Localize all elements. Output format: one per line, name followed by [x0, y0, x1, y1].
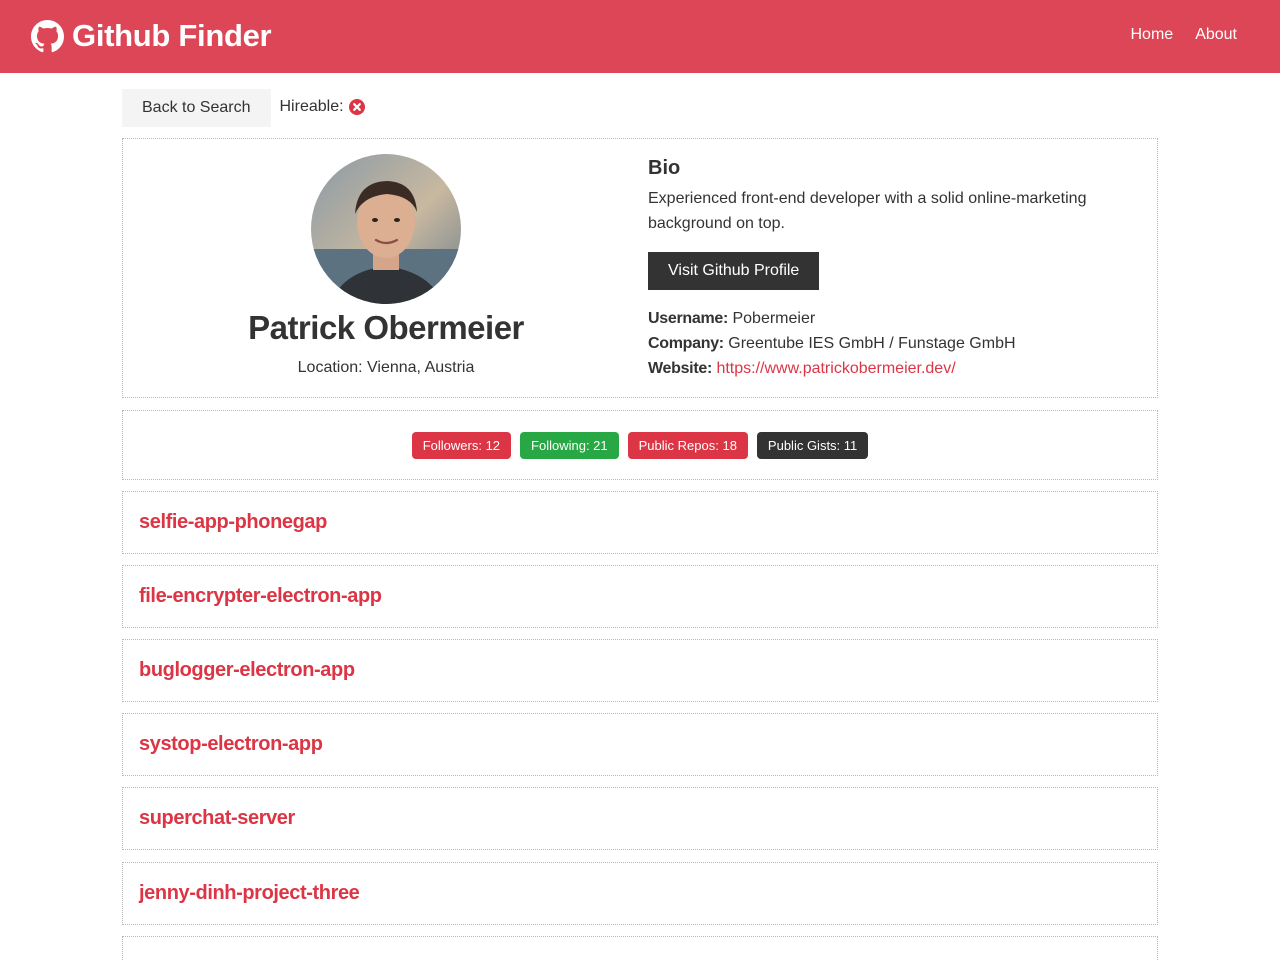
repo-link[interactable]: superchat-server — [139, 807, 295, 830]
followers-badge: Followers: 12 — [411, 431, 512, 459]
bio-text: Experienced front-end developer with a s… — [648, 190, 1087, 232]
app-title: Github Finder — [72, 18, 272, 53]
avatar — [311, 154, 461, 304]
repo-item: superchat-server — [122, 787, 1158, 850]
nav-links: Home About — [1131, 26, 1238, 44]
username-label: Username: — [648, 310, 729, 327]
following-badge: Following: 21 — [520, 431, 619, 459]
repo-link[interactable]: file-encrypter-electron-app — [139, 585, 382, 608]
repo-item: selfie-app-phonegap — [122, 491, 1158, 554]
company-row: Company: Greentube IES GmbH / Funstage G… — [648, 331, 1128, 356]
website-link[interactable]: https://www.patrickobermeier.dev/ — [716, 360, 955, 377]
repo-link[interactable]: selfie-app-phonegap — [139, 511, 327, 534]
repo-link[interactable]: systop-electron-app — [139, 733, 323, 756]
public-repos-badge: Public Repos: 18 — [627, 431, 748, 459]
stats-card: Followers: 12 Following: 21 Public Repos… — [122, 410, 1158, 480]
username-value: Pobermeier — [732, 310, 816, 327]
profile-card: Patrick Obermeier Location: Vienna, Aust… — [122, 138, 1158, 398]
back-to-search-button[interactable]: Back to Search — [122, 89, 271, 127]
times-circle-icon — [348, 99, 365, 115]
brand[interactable]: Github Finder — [31, 16, 272, 56]
navbar: Github Finder Home About — [0, 0, 1280, 73]
nav-home-link[interactable]: Home — [1131, 26, 1174, 44]
repo-item: systop-electron-app — [122, 713, 1158, 776]
profile-right-column: Bio Experienced front-end developer with… — [648, 157, 1128, 381]
visit-github-profile-button[interactable]: Visit Github Profile — [648, 252, 820, 290]
bio-heading: Bio — [648, 157, 681, 179]
repo-item: jenny-dinh-project-three — [122, 862, 1158, 925]
company-value: Greentube IES GmbH / Funstage GmbH — [728, 335, 1016, 352]
repo-link[interactable]: buglogger-electron-app — [139, 659, 355, 682]
public-gists-badge: Public Gists: 11 — [756, 431, 869, 459]
profile-location: Location: Vienna, Austria — [297, 359, 475, 376]
website-row: Website: https://www.patrickobermeier.de… — [648, 356, 1128, 381]
website-label: Website: — [648, 360, 712, 377]
repo-item-partial — [122, 936, 1158, 960]
username-row: Username: Pobermeier — [648, 306, 1128, 331]
github-icon — [31, 19, 64, 52]
repo-item: buglogger-electron-app — [122, 639, 1158, 702]
profile-info: Username: Pobermeier Company: Greentube … — [648, 306, 1128, 381]
toolbar: Back to Search Hireable: — [122, 89, 1158, 127]
repo-link[interactable]: jenny-dinh-project-three — [139, 882, 360, 905]
profile-name: Patrick Obermeier — [248, 309, 524, 346]
main-container: Back to Search Hireable: Patrick Obermei… — [122, 89, 1158, 960]
nav-about-link[interactable]: About — [1195, 26, 1237, 44]
repo-item: file-encrypter-electron-app — [122, 565, 1158, 628]
hireable-status: Hireable: — [280, 98, 365, 116]
avatar-image — [311, 154, 461, 304]
hireable-label: Hireable: — [279, 98, 344, 115]
company-label: Company: — [648, 335, 724, 352]
